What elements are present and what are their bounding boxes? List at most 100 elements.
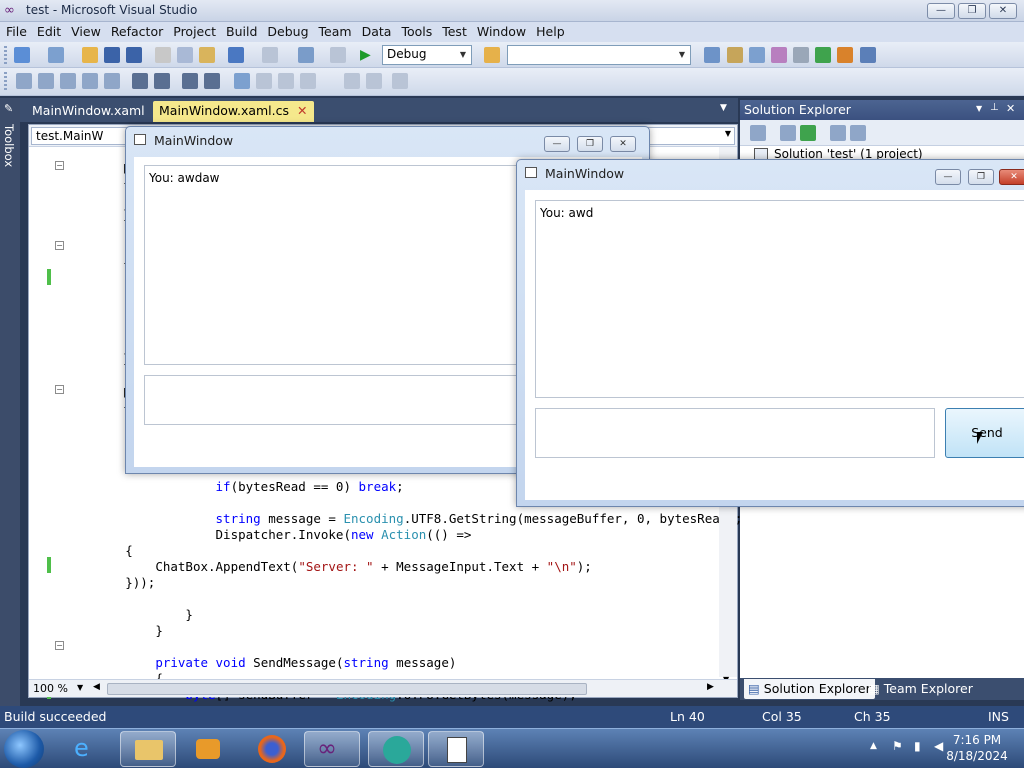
navigate-icon[interactable] <box>298 47 314 63</box>
horizontal-scrollbar[interactable]: 100 % ▼ ◀ ▶ <box>29 679 737 697</box>
message-input[interactable] <box>535 408 935 458</box>
window-icon[interactable] <box>860 47 876 63</box>
tab-team-explorer[interactable]: ▦ Team Explorer <box>864 679 977 699</box>
tab-list-icon[interactable]: ▼ <box>720 103 727 113</box>
collapse-icon[interactable]: − <box>55 641 64 650</box>
close-tab-icon[interactable]: ✕ <box>297 103 307 118</box>
object-browser-icon[interactable] <box>749 47 765 63</box>
internet-explorer-icon[interactable]: e <box>60 731 116 767</box>
undo-icon[interactable] <box>228 47 244 63</box>
quick-info-icon[interactable] <box>60 73 76 89</box>
save-all-icon[interactable] <box>126 47 142 63</box>
navigate-forward-icon[interactable] <box>330 47 346 63</box>
start-debugging-icon[interactable]: ▶ <box>360 47 376 63</box>
toolbar-grip[interactable] <box>4 46 7 64</box>
next-bookmark-icon[interactable] <box>278 73 294 89</box>
media-player-icon[interactable] <box>180 731 236 767</box>
new-project-icon[interactable] <box>14 47 30 63</box>
firefox-icon[interactable] <box>244 731 300 767</box>
chat-box[interactable]: You: awd <box>535 200 1024 398</box>
volume-icon[interactable]: ◀ <box>934 739 943 753</box>
redo-icon[interactable] <box>262 47 278 63</box>
add-item-icon[interactable] <box>48 47 64 63</box>
menu-item-refactor[interactable]: Refactor <box>106 22 168 39</box>
next-bookmark-folder-icon[interactable] <box>344 73 360 89</box>
flag-icon[interactable]: ⚑ <box>892 739 903 753</box>
view-code-icon[interactable] <box>830 125 846 141</box>
maximize-button[interactable]: ❐ <box>958 3 986 19</box>
toolbox-icon[interactable] <box>771 47 787 63</box>
properties-icon[interactable] <box>750 125 766 141</box>
tools-icon[interactable] <box>793 47 809 63</box>
maximize-button[interactable]: ❐ <box>577 136 603 152</box>
visual-studio-icon[interactable]: ∞ <box>304 731 360 767</box>
chevron-down-icon[interactable]: ▼ <box>77 683 83 692</box>
find-in-files-icon[interactable] <box>484 47 500 63</box>
show-hidden-icons[interactable]: ▲ <box>870 741 877 751</box>
maximize-button[interactable]: ❐ <box>968 169 994 185</box>
menu-item-build[interactable]: Build <box>221 22 262 39</box>
attach-icon[interactable] <box>392 73 408 89</box>
increase-indent-icon[interactable] <box>154 73 170 89</box>
bookmark-icon[interactable] <box>234 73 250 89</box>
prev-bookmark-icon[interactable] <box>256 73 272 89</box>
tab-mainwindow-xaml[interactable]: MainWindow.xaml <box>26 101 151 122</box>
scroll-left-icon[interactable]: ◀ <box>93 682 100 692</box>
refresh-icon[interactable] <box>800 125 816 141</box>
menu-item-file[interactable]: File <box>0 22 32 39</box>
menu-item-debug[interactable]: Debug <box>262 22 313 39</box>
pin-icon[interactable]: ⊥ <box>990 102 999 113</box>
close-panel-icon[interactable]: ✕ <box>1006 102 1015 115</box>
paste-icon[interactable] <box>199 47 215 63</box>
uncomment-icon[interactable] <box>204 73 220 89</box>
menu-item-edit[interactable]: Edit <box>32 22 66 39</box>
scroll-thumb[interactable] <box>107 683 587 695</box>
word-completion-icon[interactable] <box>82 73 98 89</box>
panel-menu-icon[interactable]: ▼ <box>976 104 982 113</box>
close-button[interactable]: ✕ <box>989 3 1017 19</box>
start-page-icon[interactable] <box>815 47 831 63</box>
menu-item-test[interactable]: Test <box>437 22 472 39</box>
close-button[interactable]: ✕ <box>610 136 636 152</box>
type-combo[interactable]: test.MainW <box>31 127 131 145</box>
main-window-2[interactable]: MainWindow — ❐ ✕ You: awd Send <box>516 159 1024 507</box>
toolbar-grip[interactable] <box>4 72 7 90</box>
menu-item-team[interactable]: Team <box>314 22 357 39</box>
chat-app-icon[interactable] <box>368 731 424 767</box>
zoom-level[interactable]: 100 % <box>33 682 68 695</box>
open-icon[interactable] <box>82 47 98 63</box>
menu-item-project[interactable]: Project <box>168 22 221 39</box>
network-icon[interactable]: ▮ <box>914 739 921 753</box>
clock-time[interactable]: 7:16 PM <box>952 733 1002 747</box>
clock-date[interactable]: 8/18/2024 <box>944 749 1010 763</box>
properties-icon[interactable] <box>727 47 743 63</box>
menu-item-data[interactable]: Data <box>357 22 397 39</box>
document-icon[interactable] <box>428 731 484 767</box>
prev-bookmark-folder-icon[interactable] <box>300 73 316 89</box>
solution-explorer-icon[interactable] <box>704 47 720 63</box>
collapse-icon[interactable]: − <box>55 161 64 170</box>
explorer-icon[interactable] <box>120 731 176 767</box>
show-all-files-icon[interactable] <box>780 125 796 141</box>
menu-item-help[interactable]: Help <box>531 22 570 39</box>
minimize-button[interactable]: — <box>935 169 961 185</box>
view-designer-icon[interactable] <box>850 125 866 141</box>
tab-mainwindow-xaml-cs[interactable]: MainWindow.xaml.cs ✕ <box>153 101 314 122</box>
extension-icon[interactable] <box>837 47 853 63</box>
format-icon[interactable] <box>104 73 120 89</box>
tab-solution-explorer[interactable]: ▤ Solution Explorer <box>744 679 875 699</box>
comment-icon[interactable] <box>182 73 198 89</box>
close-button[interactable]: ✕ <box>999 169 1024 185</box>
minimize-button[interactable]: — <box>544 136 570 152</box>
collapse-icon[interactable]: − <box>55 385 64 394</box>
start-button[interactable] <box>4 730 44 768</box>
scroll-right-icon[interactable]: ▶ <box>707 682 714 692</box>
cut-icon[interactable] <box>155 47 171 63</box>
save-icon[interactable] <box>104 47 120 63</box>
menu-item-window[interactable]: Window <box>472 22 531 39</box>
decrease-indent-icon[interactable] <box>132 73 148 89</box>
collapse-icon[interactable]: − <box>55 241 64 250</box>
display-parameter-icon[interactable] <box>38 73 54 89</box>
display-object-icon[interactable] <box>16 73 32 89</box>
minimize-button[interactable]: — <box>927 3 955 19</box>
